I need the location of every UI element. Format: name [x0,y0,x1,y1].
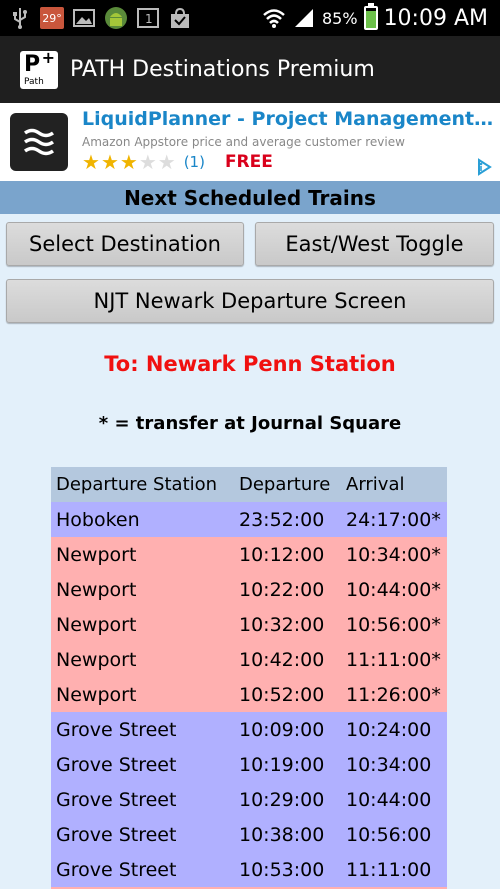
departure-cell: 10:09:00 [239,718,325,741]
departure-cell: 10:19:00 [239,753,325,776]
arrival-cell: 10:24:00 [346,718,432,741]
ad-review-count: (1) [183,153,205,171]
station-cell: Newport [56,683,137,706]
usb-icon [8,7,32,29]
select-destination-button[interactable]: Select Destination [6,222,244,266]
ad-price: FREE [224,152,273,172]
temperature-icon: 29° [40,7,64,29]
app-title: PATH Destinations Premium [70,57,375,82]
section-header: Next Scheduled Trains [0,181,500,214]
arrival-cell: 10:34:00* [346,543,441,566]
column-header-station: Departure Station [56,474,218,495]
arrival-cell: 11:11:00 [346,858,432,881]
arrival-cell: 11:26:00* [346,683,441,706]
arrival-cell: 10:44:00* [346,578,441,601]
arrival-cell: 10:34:00 [346,753,432,776]
station-cell: Newport [56,543,137,566]
table-row: Grove Street 10:09:00 10:24:00 [51,712,447,747]
ad-banner[interactable]: LiquidPlanner - Project Management… Amaz… [0,103,500,181]
logo-letter: P [24,51,41,77]
table-body: Hoboken 23:52:00 24:17:00* Newport 10:12:00 1… [51,502,447,887]
table-row: Newport 10:22:00 10:44:00* [51,572,447,607]
arrival-cell: 10:44:00 [346,788,432,811]
departure-cell: 10:53:00 [239,858,325,881]
star-empty-icon: ★ [157,150,176,174]
star-filled-icon: ★ [100,150,119,174]
departure-cell: 10:22:00 [239,578,325,601]
battery-percent: 85% [322,8,358,28]
column-header-departure: Departure [239,474,331,495]
table-row: Hoboken 23:52:00 24:17:00* [51,502,447,537]
wifi-icon [262,7,286,29]
station-cell: Grove Street [56,858,177,881]
departure-cell: 10:52:00 [239,683,325,706]
table-row: Newport 10:32:00 10:56:00* [51,607,447,642]
logo-subtext: Path [24,76,44,87]
departure-cell: 10:12:00 [239,543,325,566]
column-header-arrival: Arrival [346,474,405,495]
star-rating: ★ ★ ★ ★ ★ [82,152,176,172]
system-status: 85% 10:09 AM [262,0,488,36]
station-cell: Grove Street [56,718,177,741]
shopping-bag-icon [168,7,192,29]
ad-title[interactable]: LiquidPlanner - Project Management… [82,108,492,130]
departure-cell: 10:42:00 [239,648,325,671]
svg-text:1: 1 [145,12,153,26]
ad-rating: ★ ★ ★ ★ ★ (1) FREE [82,152,273,172]
schedule-table: Departure Station Departure Arrival Hobo… [51,467,447,889]
arrival-cell: 10:56:00* [346,613,441,636]
table-header-row: Departure Station Departure Arrival [51,467,447,502]
notification-icons: 29° 1 [8,4,192,32]
destination-heading: To: Newark Penn Station [104,352,396,376]
clock: 10:09 AM [383,5,488,31]
departure-cell: 10:29:00 [239,788,325,811]
table-row: Newport 10:42:00 11:11:00* [51,642,447,677]
station-cell: Hoboken [56,508,140,531]
ad-subtitle: Amazon Appstore price and average custom… [82,135,405,149]
station-cell: Newport [56,648,137,671]
departure-cell: 10:32:00 [239,613,325,636]
logo-plus: + [41,47,55,67]
station-cell: Grove Street [56,788,177,811]
departure-cell: 23:52:00 [239,508,325,531]
arrival-cell: 10:56:00 [346,823,432,846]
station-cell: Grove Street [56,753,177,776]
image-icon [72,7,96,29]
star-empty-icon: ★ [138,150,157,174]
signal-icon [292,7,316,29]
app-title-bar: P + Path PATH Destinations Premium [0,36,500,103]
transfer-note: * = transfer at Journal Square [98,413,402,434]
departure-cell: 10:38:00 [239,823,325,846]
status-bar: 29° 1 85% 10:09 AM [0,0,500,36]
station-cell: Newport [56,578,137,601]
table-row: Newport 10:52:00 11:26:00* [51,677,447,712]
station-cell: Grove Street [56,823,177,846]
ad-app-icon[interactable] [10,113,68,171]
battery-icon [363,3,378,30]
station-cell: Newport [56,613,137,636]
android-icon [104,7,128,29]
east-west-toggle-button[interactable]: East/West Toggle [255,222,494,266]
battery-level-fill [365,11,376,28]
star-filled-icon: ★ [119,150,138,174]
arrival-cell: 11:11:00* [346,648,441,671]
ad-choices-icon[interactable] [474,157,494,177]
arrival-cell: 24:17:00* [346,508,441,531]
table-row: Newport 10:12:00 10:34:00* [51,537,447,572]
app-logo-icon[interactable]: P + Path [20,47,58,89]
star-filled-icon: ★ [82,150,100,174]
table-row: Grove Street 10:38:00 10:56:00 [51,817,447,852]
table-row: Grove Street 10:19:00 10:34:00 [51,747,447,782]
table-row: Grove Street 10:29:00 10:44:00 [51,782,447,817]
table-row: Grove Street 10:53:00 11:11:00 [51,852,447,887]
njt-newark-departure-button[interactable]: NJT Newark Departure Screen [6,279,494,323]
notification-1-icon: 1 [136,7,160,29]
